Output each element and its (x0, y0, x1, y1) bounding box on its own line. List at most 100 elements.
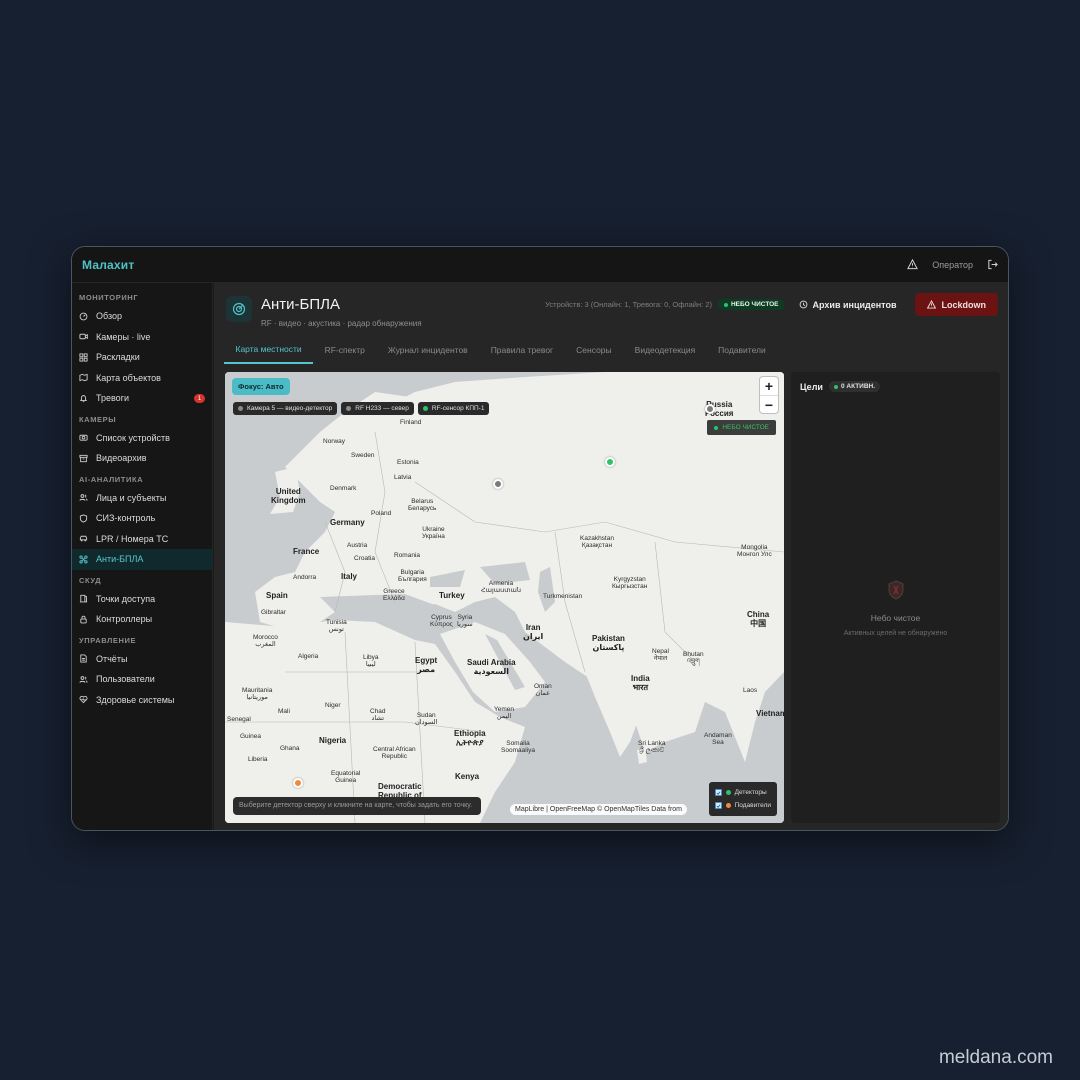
sidebar-item-label: Тревоги (96, 393, 129, 404)
car-icon (79, 534, 88, 543)
zoom-in-button[interactable]: + (760, 377, 778, 395)
map-place-label: Tunisia تونس (326, 619, 347, 633)
sidebar-item[interactable]: Пользователи (72, 669, 212, 690)
tab[interactable]: Сенсоры (565, 336, 623, 364)
alarm-count-badge: 1 (194, 394, 205, 403)
checkbox-icon[interactable] (714, 802, 722, 809)
top-bar: Малахит Оператор (72, 247, 1008, 283)
sidebar-item[interactable]: Камеры · live (72, 327, 212, 348)
map-place-label: Latvia (394, 474, 412, 481)
sidebar-item-label: Лица и субъекты (96, 492, 167, 503)
map-place-label: Ethiopia ኢትዮጵያ (454, 729, 486, 747)
sidebar-section-title: УПРАВЛЕНИЕ (79, 635, 137, 645)
map-place-label: Iran ایران (523, 623, 544, 641)
lockdown-button[interactable]: Lockdown (914, 293, 998, 316)
sidebar-item[interactable]: Обзор (72, 306, 212, 327)
tab[interactable]: Журнал инцидентов (376, 336, 479, 364)
map-place-label: China 中国 (747, 610, 770, 628)
sidebar-item-label: LPR / Номера ТС (96, 533, 169, 544)
map-place-label: Morocco المغرب (253, 634, 278, 648)
map-icon (79, 373, 88, 382)
logout-icon[interactable] (987, 259, 998, 270)
focus-mode-button[interactable]: Фокус: Авто (232, 378, 290, 395)
sidebar-item[interactable]: Точки доступа (72, 589, 212, 610)
map-place-label: Bhutan འབྲུག (683, 651, 704, 665)
targets-panel: Цели 0 АКТИВН. Небо чистое Активных целе… (791, 372, 1000, 823)
status-badge-label: НЕБО ЧИСТОЕ (730, 301, 779, 308)
map-place-label: Kyrgyzstan Кыргызстан (612, 576, 648, 590)
status-dot (723, 302, 728, 307)
tab[interactable]: Видеодетекция (623, 336, 707, 364)
sidebar-item-label: Камеры · live (96, 331, 151, 342)
tab[interactable]: RF-спектр (313, 336, 376, 364)
sidebar-item[interactable]: Карта объектов (72, 368, 212, 389)
warning-icon[interactable] (907, 259, 919, 270)
tab[interactable]: Правила тревог (479, 336, 564, 364)
detector-chip[interactable]: RF-сенсор КПП-1 (417, 402, 490, 415)
incident-archive-label: Архив инцидентов (812, 299, 897, 310)
map-place-label: United Kingdom (271, 487, 306, 505)
map-attribution[interactable]: MapLibre | OpenFreeMap © OpenMapTiles Da… (510, 804, 688, 815)
suppressor-dot (725, 803, 731, 808)
tab[interactable]: Подавители (707, 336, 778, 364)
map-place-label: Finland (400, 419, 422, 426)
users-icon (79, 675, 88, 684)
detector-chip[interactable]: RF H233 — север (341, 402, 414, 415)
tab[interactable]: Карта местности (224, 336, 314, 364)
checkbox-icon[interactable] (714, 789, 722, 796)
targets-count: 0 АКТИВН. (840, 383, 876, 390)
legend-detectors[interactable]: Детекторы (714, 786, 771, 799)
incident-archive-button[interactable]: Архив инцидентов (799, 300, 897, 310)
sidebar-item[interactable]: СИЗ-контроль (72, 508, 212, 529)
detector-marker[interactable] (705, 404, 715, 414)
status-dot (238, 406, 243, 411)
sidebar-item-label: Контроллеры (96, 614, 153, 625)
map-place-label: Ukraine Україна (422, 526, 445, 540)
detector-chip-label: RF-сенсор КПП-1 (431, 405, 485, 412)
sidebar-item[interactable]: Лица и субъекты (72, 488, 212, 509)
targets-empty-state: Небо чистое Активных целей не обнаружено (791, 580, 1000, 637)
sidebar-item[interactable]: Раскладки (72, 347, 212, 368)
sidebar-item-label: Список устройств (96, 432, 170, 443)
detector-marker[interactable] (605, 457, 615, 467)
sidebar-item[interactable]: Видеоархив (72, 448, 212, 469)
suppressor-marker[interactable] (293, 778, 303, 788)
sidebar-item-label: Отчёты (96, 653, 128, 664)
map-place-label: Niger (325, 702, 341, 709)
sidebar-item[interactable]: Список устройств (72, 428, 212, 449)
detector-marker[interactable] (493, 479, 503, 489)
map-place-label: Germany (330, 518, 365, 527)
targets-title: Цели (800, 381, 823, 392)
map-place-label: Guinea (240, 733, 261, 740)
heart-icon (79, 695, 88, 704)
sidebar-item[interactable]: Отчёты (72, 649, 212, 670)
sidebar-item[interactable]: Анти-БПЛА (72, 549, 212, 570)
detector-chip[interactable]: Камера 5 — видео-детектор (233, 402, 338, 415)
sidebar-item[interactable]: Здоровье системы (72, 690, 212, 711)
targets-count-badge: 0 АКТИВН. (828, 381, 881, 392)
bell-icon (79, 394, 88, 403)
brand-logo[interactable]: Малахит (82, 258, 134, 272)
legend-suppressors[interactable]: Подавители (714, 799, 771, 812)
sidebar-section-title: СКУД (79, 575, 102, 585)
sidebar-item[interactable]: LPR / Номера ТС (72, 529, 212, 550)
map-place-label: Saudi Arabia السعودية (467, 658, 516, 676)
sidebar-item-label: Раскладки (96, 352, 140, 363)
map-status-label: НЕБО ЧИСТОЕ (722, 424, 769, 431)
sidebar-item[interactable]: Контроллеры (72, 609, 212, 630)
status-dot (714, 425, 719, 430)
map-place-label: Mauritania موريتانيا (242, 687, 273, 701)
map-place-label: Pakistan پاکستان (592, 634, 625, 652)
map-legend: Детекторы Подавители (708, 782, 777, 816)
map-place-label: Croatia (354, 555, 375, 562)
zoom-out-button[interactable]: − (760, 395, 778, 413)
map-status-badge: НЕБО ЧИСТОЕ (707, 420, 776, 435)
status-dot (422, 406, 428, 411)
drone-icon (79, 555, 88, 564)
terrain-map[interactable]: Russia Россия Finland Norway Sweden Estonia L… (225, 372, 784, 823)
sidebar-item-label: Видеоархив (96, 453, 147, 464)
map-place-label: Sudan السودان (415, 712, 438, 726)
camera-icon (79, 433, 88, 442)
user-name[interactable]: Оператор (932, 260, 973, 270)
sidebar-item[interactable]: Тревоги 1 (72, 388, 212, 409)
